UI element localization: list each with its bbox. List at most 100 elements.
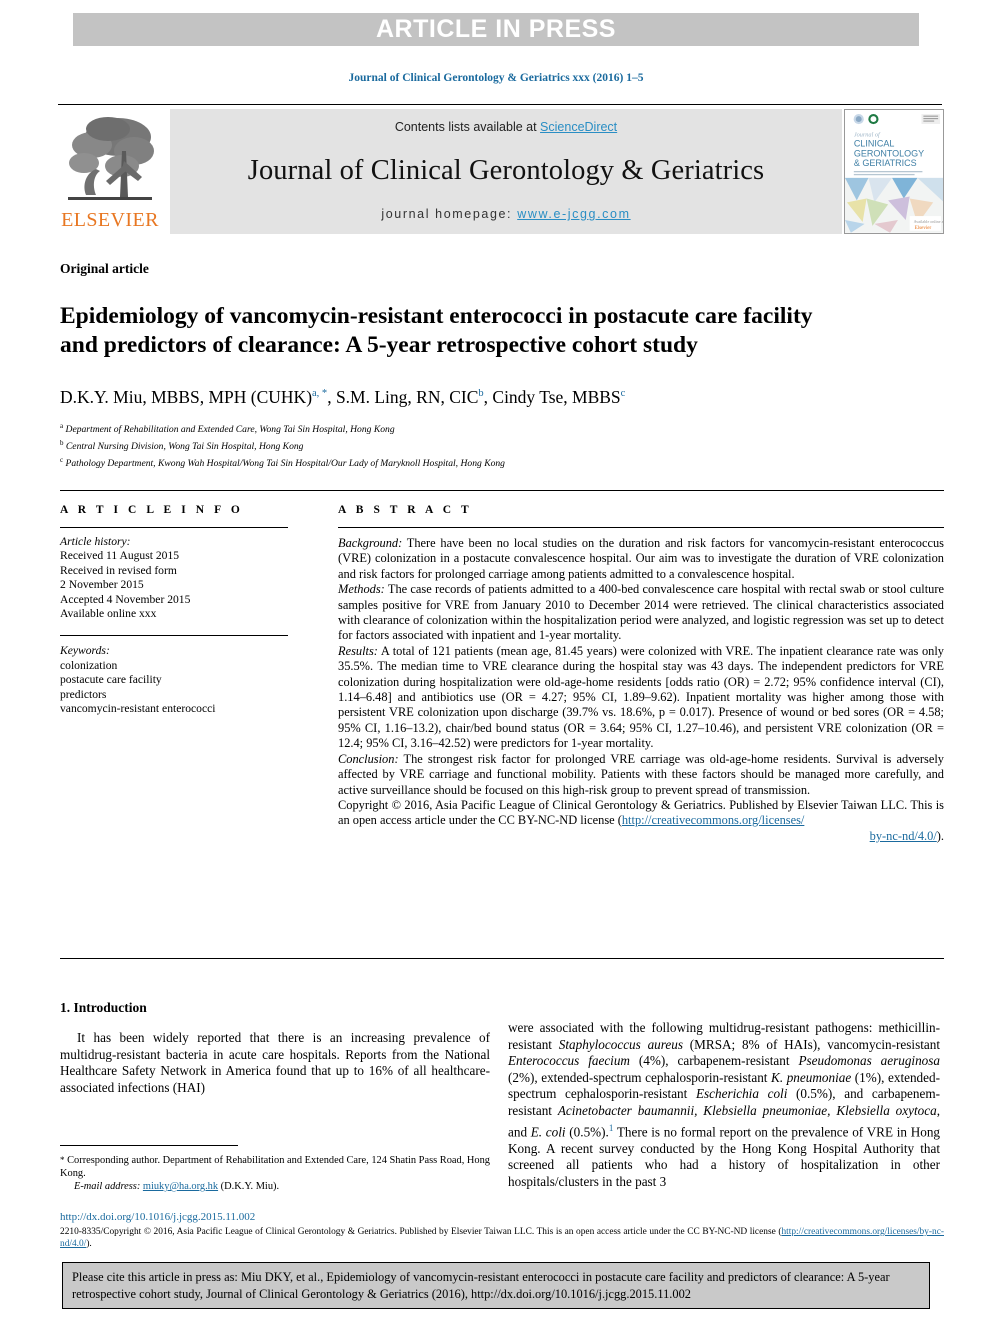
pathogen-ecoli-2: E. coli (530, 1123, 566, 1139)
article-history-label: Article history: (60, 535, 131, 548)
keyword-item: postacute care facility (60, 673, 162, 687)
author-list: D.K.Y. Miu, MBBS, MPH (CUHK)a, *, S.M. L… (60, 387, 626, 407)
journal-cover-thumbnail[interactable]: Journal of CLINICAL GERONTOLOGY & GERIAT… (844, 109, 944, 234)
footnote-separator-rule (60, 1145, 238, 1146)
affiliation-marker-c: c (60, 455, 64, 464)
history-item: Received in revised form (60, 563, 177, 577)
contents-list-line: Contents lists available at ScienceDirec… (395, 120, 617, 134)
keywords-label: Keywords: (60, 644, 110, 658)
keyword-item: predictors (60, 687, 107, 701)
journal-cover-art: Journal of CLINICAL GERONTOLOGY & GERIAT… (845, 110, 943, 233)
affiliation-text-b: Central Nursing Division, Wong Tai Sin H… (65, 440, 304, 452)
email-address-label: E-mail address: (74, 1181, 141, 1192)
abstract-copyright-paragraph: Copyright © 2016, Asia Pacific League of… (338, 798, 944, 844)
masthead-center-panel: Contents lists available at ScienceDirec… (170, 109, 842, 234)
corresponding-author-footnote: * Corresponding author. Department of Re… (60, 1154, 490, 1193)
issn-close: ). (86, 1239, 92, 1249)
abstract-heading: A B S T R A C T (338, 504, 473, 516)
introduction-left-column: 1. Introduction It has been widely repor… (60, 1000, 490, 1096)
history-item: Accepted 4 November 2015 (60, 592, 191, 606)
keyword-item: vancomycin-resistant enterococci (60, 702, 216, 716)
history-item: Available online xxx (60, 607, 157, 621)
abstract-background-paragraph: Background: There have been no local stu… (338, 536, 944, 582)
svg-text:Elsevier: Elsevier (915, 225, 932, 231)
email-owner: (D.K.Y. Miu). (218, 1181, 280, 1192)
abstract-background-label: Background: (338, 536, 403, 550)
info-block-bottom-rule (60, 958, 944, 959)
svg-text:GERONTOLOGY: GERONTOLOGY (854, 148, 924, 158)
journal-title: Journal of Clinical Gerontology & Geriat… (247, 154, 765, 186)
history-item: Received 11 August 2015 (60, 549, 180, 563)
page-title: Epidemiology of vancomycin-resistant ent… (60, 302, 813, 358)
pathogen-ecoli: Escherichia coli (695, 1086, 788, 1102)
abstract-results-text: A total of 121 patients (mean age, 81.45… (338, 643, 944, 751)
article-info-column: A R T I C L E I N F O Article history: R… (60, 504, 288, 716)
keyword-item: colonization (60, 658, 118, 672)
abstract-results-paragraph: Results: A total of 121 patients (mean a… (338, 644, 944, 752)
affiliation-marker-b: b (60, 438, 64, 447)
abstract-conclusion-text: The strongest risk factor for prolonged … (338, 751, 944, 797)
abstract-methods-text: The case records of patients admitted to… (338, 582, 944, 643)
cc-license-link-tail[interactable]: by-nc-nd/4.0/ (870, 829, 937, 843)
author-1-affiliation-marker[interactable]: a, * (312, 388, 327, 399)
abstract-methods-label: Methods: (338, 582, 385, 597)
abstract-conclusion-paragraph: Conclusion: The strongest risk factor fo… (338, 752, 944, 798)
article-in-press-label: ARTICLE IN PRESS (376, 15, 616, 43)
elsevier-tree-icon (68, 117, 154, 200)
author-3-name: Cindy Tse, MBBS (492, 387, 621, 407)
email-line: E-mail address: miuky@ha.org.hk (D.K.Y. … (60, 1180, 490, 1193)
affiliation-item: a Department of Rehabilitation and Exten… (60, 420, 940, 437)
pathogen-pseudomonas: Pseudomonas aeruginosa (798, 1053, 941, 1069)
pathogen-acinetobacter-klebsiella: Acinetobacter baumannii, Klebsiella pneu… (557, 1102, 937, 1118)
affiliation-text-c: Pathology Department, Kwong Wah Hospital… (65, 457, 505, 469)
journal-homepage-line: journal homepage: www.e-jcgg.com (381, 207, 630, 221)
author-3-affiliation-marker[interactable]: c (621, 388, 626, 399)
intro-seg-8: (0.5%). (565, 1123, 609, 1139)
affiliation-item: c Pathology Department, Kwong Wah Hospit… (60, 454, 940, 471)
sciencedirect-link[interactable]: ScienceDirect (540, 120, 617, 134)
elsevier-logo: ELSEVIER (58, 109, 162, 234)
author-2-name: S.M. Ling, RN, CIC (335, 387, 479, 407)
masthead-top-rule (58, 104, 942, 105)
svg-text:Available online at: Available online at (914, 219, 943, 224)
please-cite-box: Please cite this article in press as: Mi… (62, 1262, 930, 1309)
author-1-name: D.K.Y. Miu, MBBS, MPH (CUHK) (60, 387, 313, 407)
svg-text:& GERIATRICS: & GERIATRICS (854, 158, 917, 168)
affiliation-item: b Central Nursing Division, Wong Tai Sin… (60, 437, 940, 454)
author-2-affiliation-marker[interactable]: b (478, 388, 483, 399)
abstract-column: A B S T R A C T Background: There have b… (338, 504, 944, 844)
article-history-block: Article history: Received 11 August 2015… (60, 528, 288, 621)
contents-list-prefix: Contents lists available at (394, 120, 541, 134)
abstract-body: Background: There have been no local stu… (338, 528, 944, 844)
intro-seg-4: (2%), extended-spectrum cephalosporin-re… (508, 1069, 772, 1085)
homepage-prefix: journal homepage: (381, 207, 518, 221)
corresponding-author-text: Corresponding author. Department of Reha… (60, 1155, 490, 1179)
doi-link[interactable]: http://dx.doi.org/10.1016/j.jcgg.2015.11… (60, 1211, 255, 1223)
journal-homepage-link[interactable]: www.e-jcgg.com (517, 207, 630, 221)
intro-right-lead: were associated with the following multi… (508, 1020, 873, 1035)
article-info-heading: A R T I C L E I N F O (60, 504, 244, 516)
article-in-press-banner: ARTICLE IN PRESS (73, 13, 919, 46)
info-block-top-rule (60, 490, 944, 491)
introduction-paragraph-left: It has been widely reported that there i… (60, 1030, 490, 1095)
abstract-copyright-close: ). (936, 828, 944, 843)
history-item: 2 November 2015 (60, 578, 144, 592)
abstract-methods-paragraph: Methods: The case records of patients ad… (338, 582, 944, 644)
journal-citation-line: Journal of Clinical Gerontology & Geriat… (348, 72, 644, 84)
article-type-label: Original article (60, 261, 149, 276)
introduction-paragraph-right: were associated with the following multi… (508, 1020, 940, 1190)
journal-masthead: ELSEVIER Contents lists available at Sci… (58, 104, 944, 234)
keywords-block: Keywords: colonization postacute care fa… (60, 636, 288, 716)
abstract-background-text: There have been no local studies on the … (338, 536, 944, 581)
abstract-conclusion-label: Conclusion: (338, 751, 399, 766)
intro-seg-3: (4%), carbapenem-resistant (629, 1053, 799, 1069)
author-email-link[interactable]: miuky@ha.org.hk (143, 1181, 218, 1192)
introduction-right-column: were associated with the following multi… (508, 1020, 940, 1190)
cc-license-link[interactable]: http://creativecommons.org/licenses/ (622, 813, 805, 827)
affiliation-marker-a: a (60, 422, 64, 430)
elsevier-wordmark: ELSEVIER (61, 209, 159, 231)
intro-seg-2: (MRSA; 8% of HAIs), vancomycin-resistant (682, 1036, 940, 1052)
affiliation-list: a Department of Rehabilitation and Exten… (60, 420, 940, 470)
pathogen-kpneumoniae: K. pneumoniae (771, 1069, 852, 1085)
affiliation-text-a: Department of Rehabilitation and Extende… (65, 424, 395, 436)
